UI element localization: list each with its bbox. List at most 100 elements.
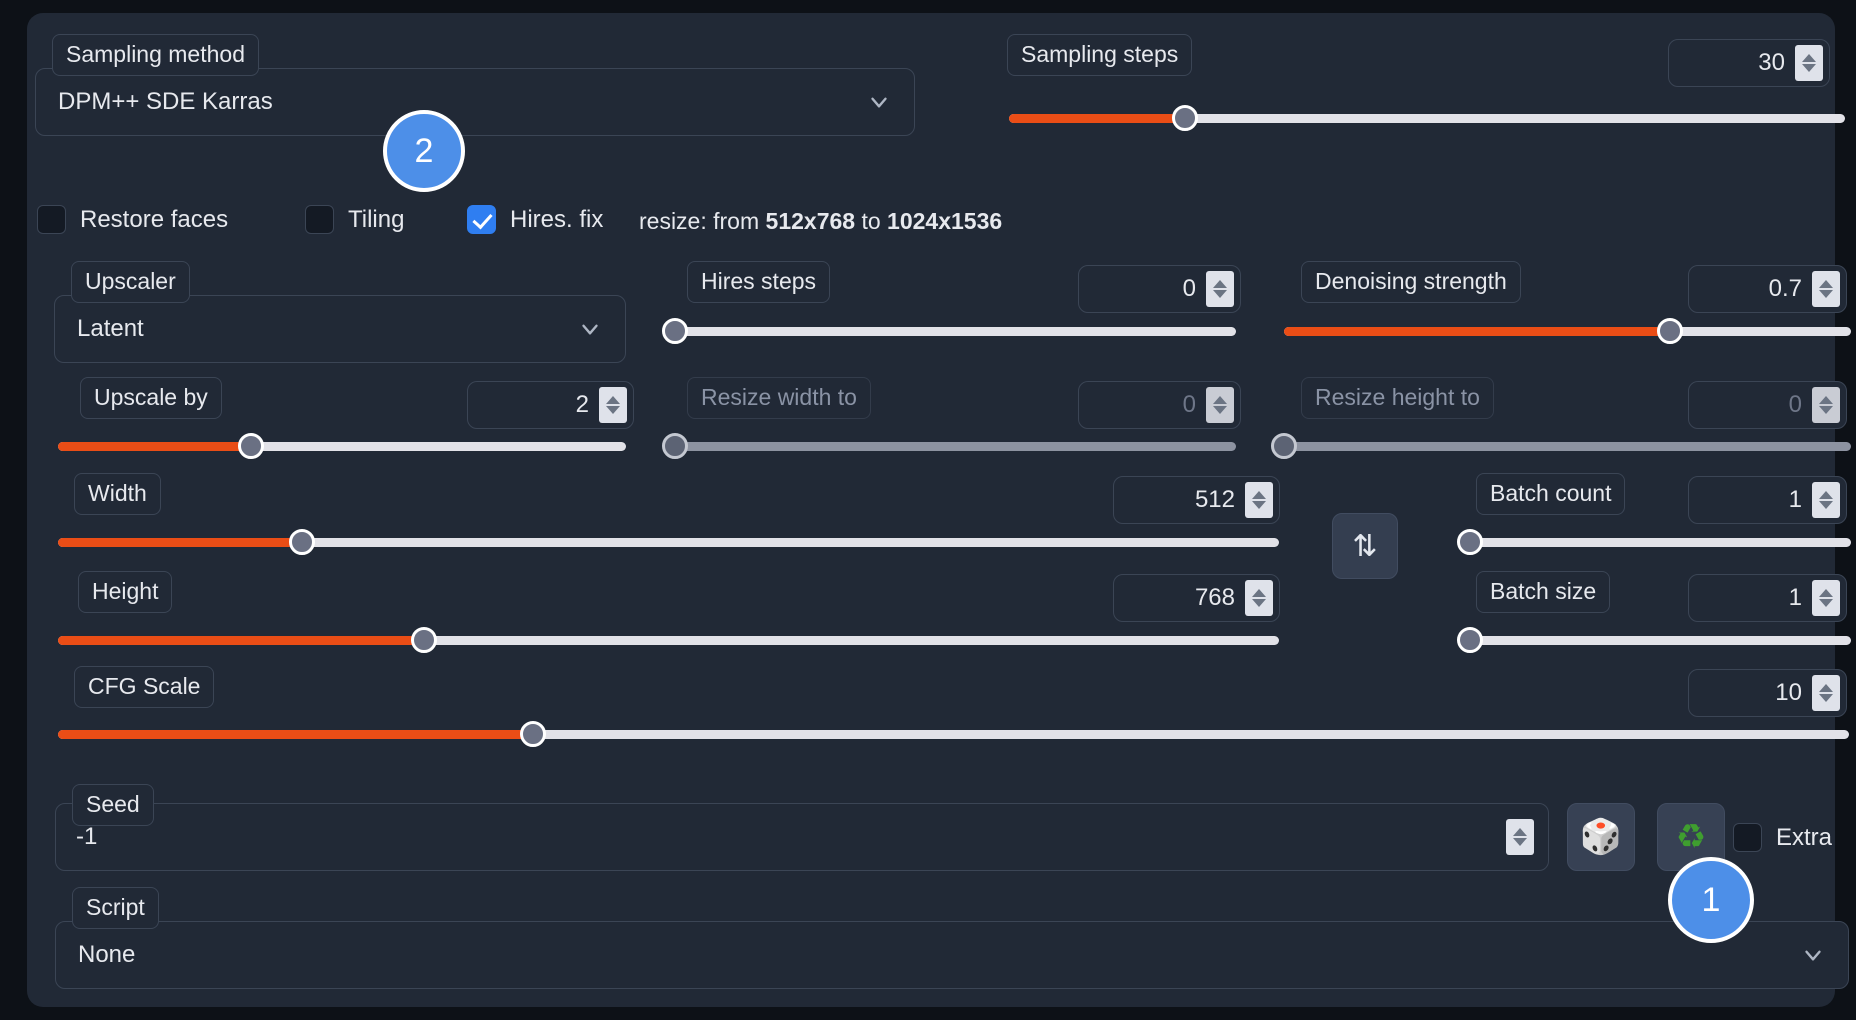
batch-count-number[interactable]: 1 bbox=[1688, 476, 1847, 524]
width-value: 512 bbox=[1194, 486, 1235, 513]
upscaler-label: Upscaler bbox=[71, 261, 190, 303]
cfg-scale-label: CFG Scale bbox=[74, 666, 215, 708]
restore-faces-checkbox[interactable] bbox=[37, 205, 66, 234]
extra-checkbox[interactable] bbox=[1733, 823, 1762, 852]
slider-track bbox=[675, 442, 1236, 451]
slider-thumb[interactable] bbox=[662, 433, 688, 459]
batch-size-number[interactable]: 1 bbox=[1688, 574, 1847, 622]
slider-fill bbox=[58, 636, 425, 645]
upscale-by-stepper[interactable] bbox=[599, 387, 627, 423]
swap-dimensions-icon: ⇅ bbox=[1352, 529, 1378, 563]
random-seed-button[interactable]: 🎲 bbox=[1567, 803, 1635, 871]
seed-value: -1 bbox=[76, 823, 98, 850]
cfg-scale-number[interactable]: 10 bbox=[1688, 669, 1847, 717]
slider-thumb[interactable] bbox=[519, 721, 546, 747]
denoising-strength-number[interactable]: 0.7 bbox=[1688, 265, 1847, 313]
height-slider[interactable] bbox=[58, 627, 1279, 653]
slider-track bbox=[1470, 636, 1851, 645]
upscaler-value: Latent bbox=[77, 315, 144, 342]
cfg-scale-slider[interactable] bbox=[58, 721, 1849, 747]
batch-count-slider[interactable] bbox=[1457, 529, 1851, 555]
batch-count-stepper[interactable] bbox=[1812, 482, 1840, 518]
chevron-down-icon bbox=[1800, 942, 1826, 968]
width-label: Width bbox=[74, 473, 161, 515]
resize-height-number[interactable]: 0 bbox=[1688, 381, 1847, 429]
resize-height-stepper[interactable] bbox=[1812, 387, 1840, 423]
hires-resize-summary: resize: from 512x768 to 1024x1536 bbox=[639, 208, 1002, 235]
slider-thumb[interactable] bbox=[1271, 433, 1297, 459]
chevron-down-icon bbox=[866, 89, 892, 115]
upscaler-dropdown[interactable]: Latent bbox=[54, 295, 626, 363]
seed-input[interactable]: -1 bbox=[55, 803, 1549, 871]
hires-steps-stepper[interactable] bbox=[1206, 271, 1234, 307]
batch-size-slider[interactable] bbox=[1457, 627, 1851, 653]
denoising-strength-label: Denoising strength bbox=[1301, 261, 1521, 303]
slider-track bbox=[675, 327, 1236, 336]
denoising-strength-slider[interactable] bbox=[1284, 318, 1851, 344]
upscale-by-slider[interactable] bbox=[58, 433, 626, 459]
height-label: Height bbox=[78, 571, 173, 613]
sampling-method-value: DPM++ SDE Karras bbox=[58, 88, 273, 115]
sampling-method-dropdown[interactable]: DPM++ SDE Karras bbox=[35, 68, 915, 136]
width-slider[interactable] bbox=[58, 529, 1279, 555]
seed-stepper[interactable] bbox=[1506, 819, 1534, 855]
swap-dimensions-button[interactable]: ⇅ bbox=[1332, 513, 1398, 579]
hires-steps-value: 0 bbox=[1182, 275, 1196, 302]
slider-fill bbox=[58, 538, 303, 547]
batch-size-value: 1 bbox=[1788, 584, 1802, 611]
height-number[interactable]: 768 bbox=[1113, 574, 1280, 622]
slider-thumb[interactable] bbox=[1656, 318, 1683, 344]
seed-label: Seed bbox=[72, 784, 154, 826]
hires-steps-slider[interactable] bbox=[662, 318, 1236, 344]
resize-width-value: 0 bbox=[1182, 391, 1196, 418]
slider-thumb[interactable] bbox=[1171, 105, 1198, 131]
resize-mid-text: to bbox=[861, 208, 881, 234]
upscaler-label-chip: Upscaler bbox=[71, 261, 190, 303]
sampling-steps-label: Sampling steps bbox=[1007, 34, 1193, 76]
extra-checkbox-row[interactable]: Extra bbox=[1733, 823, 1832, 852]
width-number[interactable]: 512 bbox=[1113, 476, 1280, 524]
hires-fix-checkbox[interactable] bbox=[467, 205, 496, 234]
resize-width-number[interactable]: 0 bbox=[1078, 381, 1241, 429]
batch-size-stepper[interactable] bbox=[1812, 580, 1840, 616]
hires-steps-number[interactable]: 0 bbox=[1078, 265, 1241, 313]
batch-size-label-chip: Batch size bbox=[1476, 571, 1611, 613]
resize-height-label: Resize height to bbox=[1301, 377, 1494, 419]
width-stepper[interactable] bbox=[1245, 482, 1273, 518]
sampling-steps-number[interactable]: 30 bbox=[1668, 39, 1830, 87]
restore-faces-checkbox-row[interactable]: Restore faces bbox=[37, 205, 228, 234]
slider-thumb[interactable] bbox=[289, 529, 316, 555]
cfg-scale-stepper[interactable] bbox=[1812, 675, 1840, 711]
sampling-steps-stepper[interactable] bbox=[1795, 45, 1823, 81]
slider-fill bbox=[1284, 327, 1670, 336]
resize-width-stepper[interactable] bbox=[1206, 387, 1234, 423]
height-stepper[interactable] bbox=[1245, 580, 1273, 616]
slider-fill bbox=[58, 730, 533, 739]
slider-thumb[interactable] bbox=[238, 433, 265, 459]
chevron-down-icon bbox=[577, 316, 603, 342]
denoising-strength-value: 0.7 bbox=[1768, 275, 1802, 302]
resize-width-slider[interactable] bbox=[662, 433, 1236, 459]
slider-thumb[interactable] bbox=[662, 318, 688, 344]
slider-thumb[interactable] bbox=[1457, 529, 1483, 555]
tiling-checkbox-row[interactable]: Tiling bbox=[305, 205, 404, 234]
resize-from-dimensions: 512x768 bbox=[765, 208, 856, 234]
denoising-strength-stepper[interactable] bbox=[1812, 271, 1840, 307]
script-value: None bbox=[78, 941, 136, 968]
batch-count-label-chip: Batch count bbox=[1476, 473, 1626, 515]
slider-thumb[interactable] bbox=[1457, 627, 1483, 653]
resize-height-slider[interactable] bbox=[1271, 433, 1851, 459]
upscale-by-number[interactable]: 2 bbox=[467, 381, 634, 429]
tiling-checkbox[interactable] bbox=[305, 205, 334, 234]
slider-track bbox=[1470, 538, 1851, 547]
slider-thumb[interactable] bbox=[411, 627, 438, 653]
resize-height-value: 0 bbox=[1788, 391, 1802, 418]
sampling-steps-slider[interactable] bbox=[1009, 105, 1845, 131]
script-dropdown[interactable]: None bbox=[55, 921, 1849, 989]
hires-fix-checkbox-row[interactable]: Hires. fix bbox=[467, 205, 603, 234]
upscale-by-label-chip: Upscale by bbox=[80, 377, 222, 419]
resize-width-label: Resize width to bbox=[687, 377, 871, 419]
annotation-badge-2: 2 bbox=[383, 110, 465, 192]
sampling-steps-label-chip: Sampling steps bbox=[1007, 34, 1193, 76]
script-label: Script bbox=[72, 887, 159, 929]
